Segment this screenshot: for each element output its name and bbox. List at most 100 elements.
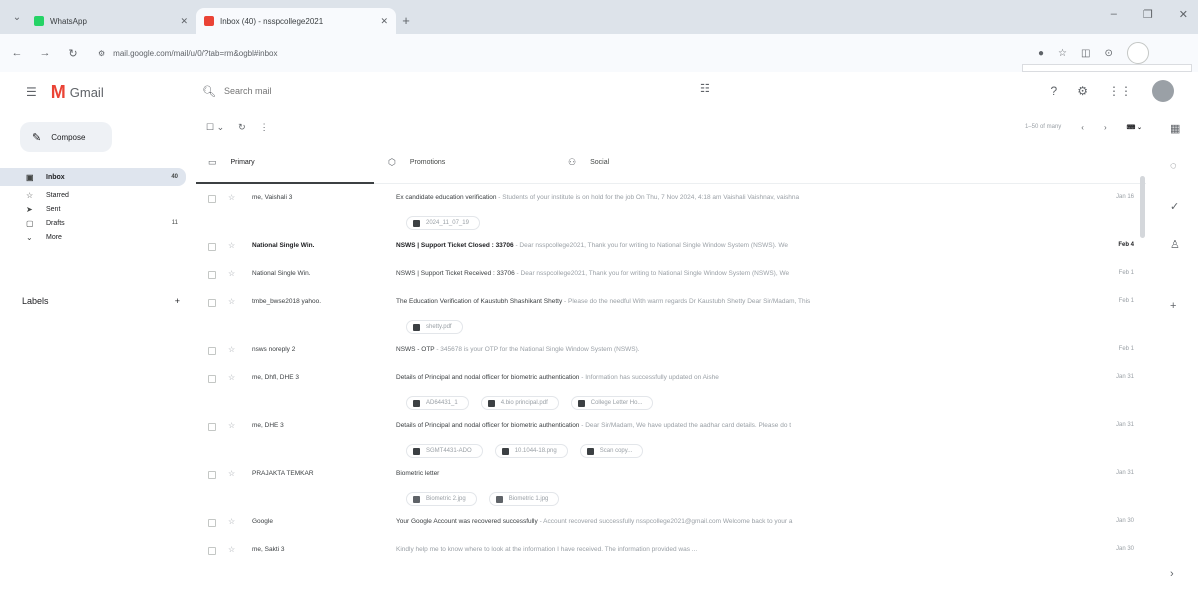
email-row[interactable]: ☆ me, Dhfl, DHE 3 Details of Principal and… bbox=[196, 372, 1136, 416]
star-icon[interactable]: ☆ bbox=[228, 517, 235, 526]
search-icon[interactable]: 🔍︎ bbox=[202, 85, 216, 98]
compose-button[interactable]: ✎ Compose bbox=[20, 122, 112, 152]
star-icon[interactable]: ☆ bbox=[228, 269, 235, 278]
attachment-chip[interactable]: Biometric 2.jpg bbox=[406, 492, 477, 506]
select-checkbox[interactable] bbox=[208, 243, 216, 251]
attachment-chip[interactable]: shetty.pdf bbox=[406, 320, 463, 334]
email-row[interactable]: ☆ PRAJAKTA TEMKAR Biometric letter Jan 31 Bi… bbox=[196, 468, 1136, 512]
star-icon[interactable]: ☆ bbox=[228, 241, 235, 250]
address-bar[interactable]: ⚙ mail.google.com/mail/u/0/?tab=rm&ogbl#… bbox=[94, 41, 1024, 65]
attachment-chip[interactable]: Scan copy... bbox=[579, 444, 644, 458]
tab-close-icon[interactable]: ✕ bbox=[380, 16, 388, 27]
star-icon[interactable]: ☆ bbox=[228, 297, 235, 306]
sidebar-item-more[interactable]: ⌄ More bbox=[0, 230, 186, 244]
tab-social[interactable]: ⚇ Social bbox=[556, 142, 736, 183]
tab-search-icon[interactable]: ⌄ bbox=[8, 6, 26, 28]
select-checkbox[interactable] bbox=[208, 195, 216, 203]
reload-icon[interactable]: ↻ bbox=[66, 47, 80, 60]
select-checkbox[interactable] bbox=[208, 375, 216, 383]
forward-icon[interactable]: → bbox=[38, 47, 52, 59]
site-info-icon[interactable]: ⚙ bbox=[98, 49, 105, 58]
email-row[interactable]: ☆ Google Your Google Account was recovered… bbox=[196, 516, 1136, 540]
calendar-icon[interactable]: ▦ bbox=[1170, 122, 1180, 135]
browser-tab-whatsapp[interactable]: WhatsApp ✕ bbox=[26, 8, 196, 34]
settings-gear-icon[interactable]: ⚙ bbox=[1077, 84, 1088, 98]
keep-icon[interactable]: ◌ bbox=[1170, 160, 1177, 172]
category-tabs: ▭ Primary ⬡ Promotions ⚇ Social bbox=[196, 142, 1146, 184]
expand-panel-icon[interactable]: › bbox=[1170, 568, 1174, 580]
email-row[interactable]: ☆ me, Sakti 3 Kindly help me to know where… bbox=[196, 544, 1136, 568]
email-snippet: - Please do the needful With warm regard… bbox=[562, 298, 811, 305]
attachment-chip[interactable]: AD64431_1 bbox=[406, 396, 469, 410]
email-snippet: - Account recovered successfully nsspcol… bbox=[537, 518, 793, 525]
attachment-chip[interactable]: SGMT4431-ADO bbox=[406, 444, 483, 458]
email-row[interactable]: ☆ me, Vaishali 3 Ex candidate education ve… bbox=[196, 192, 1136, 236]
email-row[interactable]: ☆ National Single Win. NSWS | Support Tick… bbox=[196, 240, 1136, 264]
contacts-icon[interactable]: ♙ bbox=[1170, 238, 1180, 251]
star-icon[interactable]: ☆ bbox=[228, 193, 235, 202]
email-row[interactable]: ☆ tmbe_bwse2018 yahoo. The Education Verif… bbox=[196, 296, 1136, 340]
extension-icon[interactable]: ● bbox=[1038, 48, 1044, 59]
select-checkbox[interactable] bbox=[208, 347, 216, 355]
minimize-icon[interactable]: – bbox=[1111, 8, 1117, 21]
select-all-checkbox[interactable]: ☐ ⌄ bbox=[206, 122, 224, 133]
attachment-chip[interactable]: College Letter Ho... bbox=[570, 396, 654, 410]
email-row[interactable]: ☆ me, DHE 3 Details of Principal and nodal… bbox=[196, 420, 1136, 464]
tab-close-icon[interactable]: ✕ bbox=[180, 16, 188, 27]
tab-promotions[interactable]: ⬡ Promotions bbox=[376, 142, 556, 183]
sidebar-toggle-icon[interactable]: ◫ bbox=[1081, 48, 1090, 59]
tab-primary[interactable]: ▭ Primary bbox=[196, 142, 376, 184]
new-tab-button[interactable]: + bbox=[396, 9, 416, 31]
bookmark-star-icon[interactable]: ☆ bbox=[1058, 48, 1067, 59]
sidebar-item-label: More bbox=[46, 233, 62, 241]
star-icon[interactable]: ☆ bbox=[228, 545, 235, 554]
select-checkbox[interactable] bbox=[208, 519, 216, 527]
select-checkbox[interactable] bbox=[208, 471, 216, 479]
select-checkbox[interactable] bbox=[208, 547, 216, 555]
star-icon[interactable]: ☆ bbox=[228, 345, 235, 354]
sidebar-item-starred[interactable]: ☆ Starred bbox=[0, 188, 186, 202]
add-addon-icon[interactable]: + bbox=[1170, 300, 1176, 312]
support-icon[interactable]: ? bbox=[1051, 84, 1058, 98]
search-options-icon[interactable]: ☷ bbox=[700, 82, 710, 95]
profile-avatar-icon[interactable] bbox=[1126, 42, 1149, 64]
refresh-icon[interactable]: ↻ bbox=[238, 122, 246, 133]
sidebar-item-drafts[interactable]: ▢ Drafts 11 bbox=[0, 216, 186, 230]
apps-grid-icon[interactable]: ⋮⋮ bbox=[1108, 84, 1132, 98]
tab-label: Inbox (40) - nsspcollege2021 bbox=[220, 16, 324, 26]
input-tools-icon[interactable]: ⌨ ⌄ bbox=[1127, 124, 1142, 131]
close-window-icon[interactable]: ✕ bbox=[1179, 8, 1188, 21]
email-row[interactable]: ☆ National Single Win. NSWS | Support Tick… bbox=[196, 268, 1136, 292]
attachment-chip[interactable]: 10.1044-18.png bbox=[494, 444, 568, 458]
search-input[interactable] bbox=[223, 86, 524, 96]
next-page-icon[interactable]: › bbox=[1104, 123, 1107, 132]
add-label-icon[interactable]: + bbox=[175, 296, 180, 306]
scrollbar[interactable] bbox=[1140, 176, 1145, 238]
sidebar-item-sent[interactable]: ➤ Sent bbox=[0, 202, 186, 216]
sidebar-item-inbox[interactable]: ▣ Inbox 40 bbox=[0, 168, 186, 186]
gmail-m-icon: M bbox=[50, 81, 66, 102]
select-checkbox[interactable] bbox=[208, 423, 216, 431]
tasks-icon[interactable]: ✓ bbox=[1170, 200, 1179, 213]
attachment-chip[interactable]: Biometric 1.jpg bbox=[488, 492, 560, 506]
account-avatar[interactable] bbox=[1152, 80, 1174, 102]
back-icon[interactable]: ← bbox=[10, 47, 24, 59]
email-row[interactable]: ☆ nsws noreply 2 NSWS - OTP - 345678 is yo… bbox=[196, 344, 1136, 368]
star-icon[interactable]: ☆ bbox=[228, 469, 235, 478]
star-icon[interactable]: ☆ bbox=[228, 421, 235, 430]
browser-tab-gmail[interactable]: Inbox (40) - nsspcollege2021 ✕ bbox=[196, 8, 396, 34]
select-checkbox[interactable] bbox=[208, 299, 216, 307]
maximize-icon[interactable]: ❐ bbox=[1143, 8, 1153, 21]
attachment-chip[interactable]: 4.bio principal.pdf bbox=[480, 396, 559, 410]
email-snippet: - 345678 is your OTP for the National Si… bbox=[434, 346, 640, 353]
downloads-icon[interactable]: ⊙ bbox=[1104, 48, 1112, 59]
star-icon: ☆ bbox=[26, 190, 34, 200]
gmail-logo[interactable]: M Gmail bbox=[51, 82, 104, 103]
prev-page-icon[interactable]: ‹ bbox=[1081, 123, 1084, 132]
attachment-chip[interactable]: 2024_11_07_19 bbox=[406, 216, 480, 230]
list-toolbar: ☐ ⌄ ↻ ⋮ 1–50 of many ‹ › ⌨ ⌄ bbox=[196, 112, 1146, 142]
main-menu-icon[interactable]: ☰ bbox=[26, 85, 37, 99]
select-checkbox[interactable] bbox=[208, 271, 216, 279]
more-actions-icon[interactable]: ⋮ bbox=[260, 122, 269, 133]
star-icon[interactable]: ☆ bbox=[228, 373, 235, 382]
